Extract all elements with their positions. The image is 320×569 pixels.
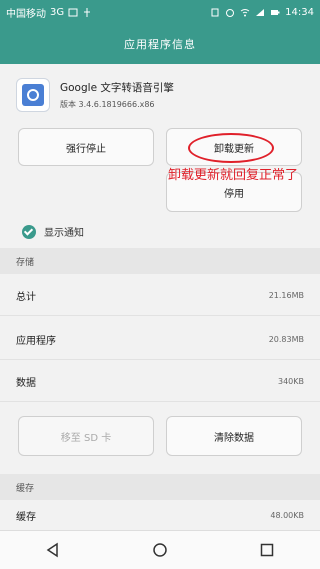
clear-data-button[interactable]: 清除数据 <box>166 416 302 456</box>
cache-section-header: 缓存 <box>0 474 320 500</box>
show-notification-label: 显示通知 <box>44 228 84 239</box>
usb-icon <box>84 7 91 17</box>
page-title: 应用程序信息 <box>0 24 320 64</box>
status-bar: 中国移动 3G 14:34 <box>0 0 320 24</box>
row-value: 20.83MB <box>268 335 304 344</box>
storage-row-app: 应用程序 20.83MB <box>0 320 320 360</box>
signal-icon <box>256 8 265 16</box>
storage-row-data: 数据 340KB <box>0 362 320 402</box>
row-label: 应用程序 <box>16 336 56 347</box>
row-label: 总计 <box>16 292 36 303</box>
alarm-icon <box>226 8 235 17</box>
row-label: 缓存 <box>16 511 36 523</box>
row-value: 48.00KB <box>270 510 304 520</box>
checkmark-icon <box>22 224 36 239</box>
app-version: 版本 3.4.6.1819666.x86 <box>60 100 155 109</box>
notification-icon <box>68 8 78 16</box>
recents-icon[interactable] <box>255 538 279 562</box>
app-info-content: Google 文字转语音引擎 版本 3.4.6.1819666.x86 强行停止… <box>0 64 320 530</box>
row-label: 数据 <box>16 378 36 389</box>
row-value: 340KB <box>277 377 304 386</box>
app-header: Google 文字转语音引擎 版本 3.4.6.1819666.x86 <box>16 78 306 118</box>
storage-row-total: 总计 21.16MB <box>0 276 320 316</box>
clock: 14:34 <box>285 6 314 18</box>
row-value: 21.16MB <box>268 291 304 300</box>
annotation-circle <box>188 133 274 163</box>
navigation-bar <box>0 530 320 569</box>
app-name: Google 文字转语音引擎 <box>60 82 174 94</box>
battery-icon <box>271 9 280 15</box>
home-icon[interactable] <box>148 538 172 562</box>
sim-icon <box>211 8 219 16</box>
cache-row: 缓存 48.00KB <box>0 500 320 530</box>
show-notification-toggle[interactable]: 显示通知 <box>22 224 84 239</box>
force-stop-button[interactable]: 强行停止 <box>18 128 154 166</box>
storage-section-header: 存储 <box>0 248 320 274</box>
annotation-text: 卸载更新就回复正常了 <box>168 168 299 183</box>
carrier-label: 中国移动 <box>6 8 46 20</box>
move-to-sd-button[interactable]: 移至 SD 卡 <box>18 416 154 456</box>
network-label: 3G <box>50 6 65 18</box>
tts-app-icon <box>16 78 50 112</box>
back-icon[interactable] <box>41 538 65 562</box>
wifi-icon <box>240 8 250 16</box>
